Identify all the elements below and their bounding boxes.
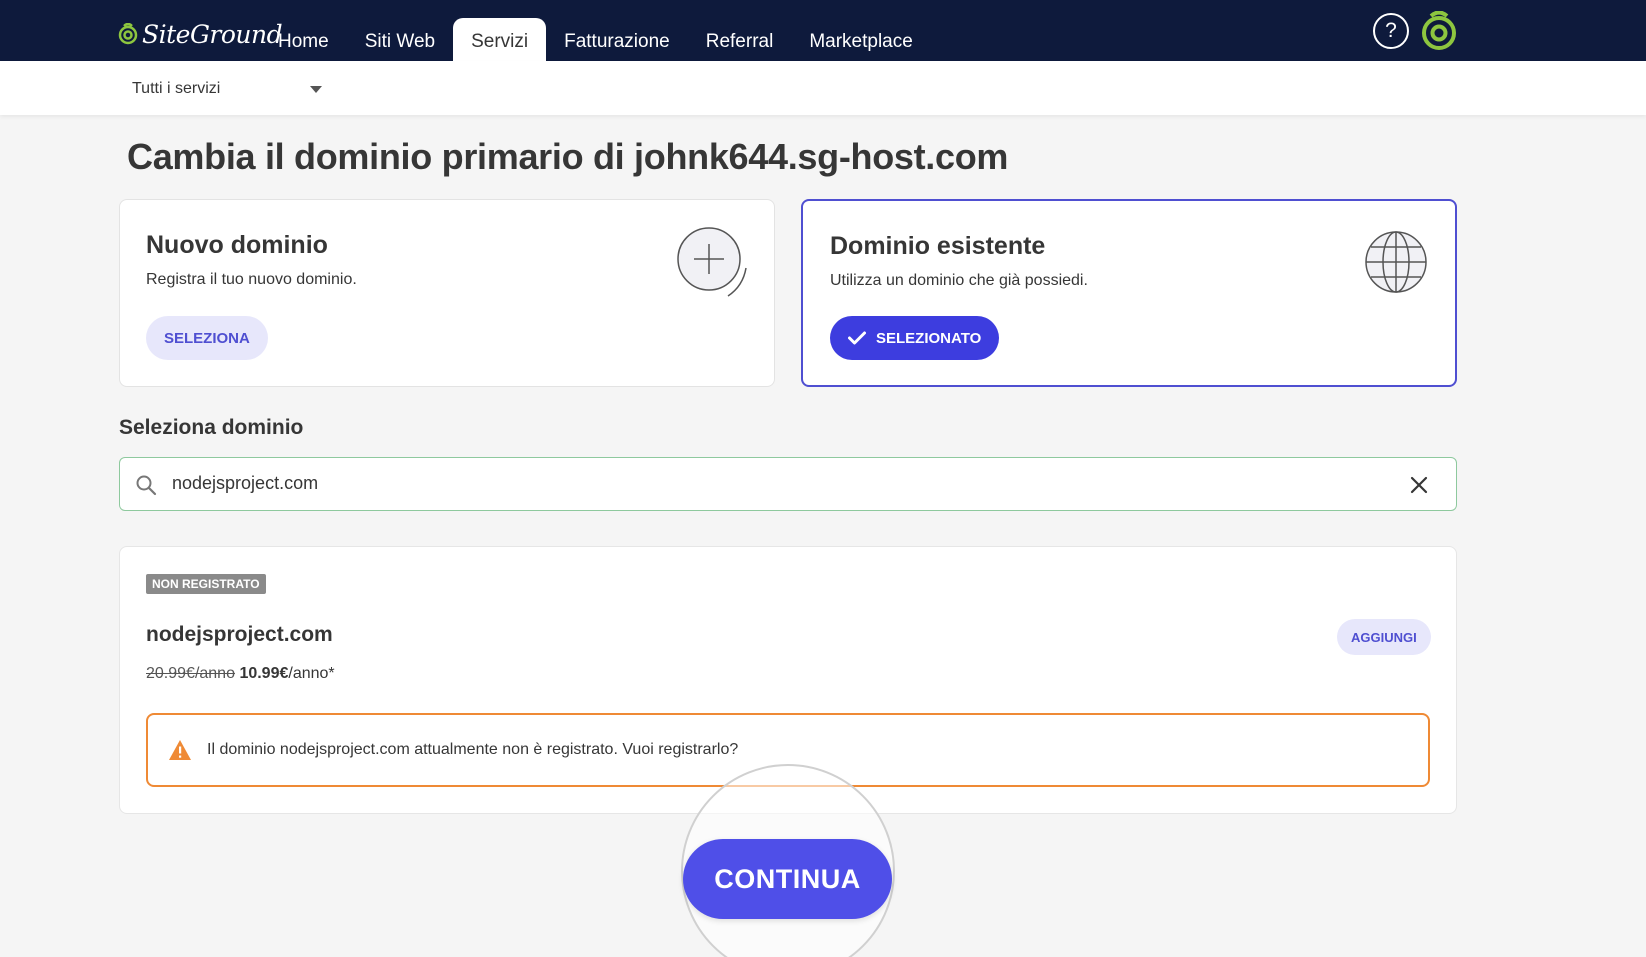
siteground-logo-icon xyxy=(118,23,138,45)
services-subbar: Tutti i servizi xyxy=(0,61,1646,115)
price-suffix: /anno* xyxy=(288,665,335,682)
main-nav: Home Siti Web Servizi Fatturazione Refer… xyxy=(260,18,931,61)
nav-item-servizi[interactable]: Servizi xyxy=(453,18,547,61)
select-new-domain-button[interactable]: SELEZIONA xyxy=(146,316,268,360)
chevron-down-icon xyxy=(310,85,322,93)
services-dropdown-value: Tutti i servizi xyxy=(132,80,221,97)
result-domain-name: nodejsproject.com xyxy=(146,623,333,646)
profile-avatar-icon[interactable] xyxy=(1420,11,1458,51)
warning-text: Il dominio nodejsproject.com attualmente… xyxy=(207,741,739,758)
nav-item-marketplace[interactable]: Marketplace xyxy=(791,18,931,61)
warning-icon xyxy=(169,740,191,760)
siteground-logo[interactable]: SiteGround xyxy=(118,18,283,50)
existing-domain-title: Dominio esistente xyxy=(830,232,1046,260)
plus-circle-icon xyxy=(677,227,747,297)
nav-item-home[interactable]: Home xyxy=(260,18,347,61)
price-line: 20.99€/anno 10.99€/anno* xyxy=(146,665,335,683)
existing-domain-card[interactable]: Dominio esistente Utilizza un dominio ch… xyxy=(801,199,1457,387)
help-icon[interactable]: ? xyxy=(1373,13,1409,49)
page-title: Cambia il dominio primario di johnk644.s… xyxy=(127,136,1009,177)
status-badge: NON REGISTRATO xyxy=(146,574,266,594)
domain-search-value[interactable]: nodejsproject.com xyxy=(172,473,318,494)
selected-button-label: SELEZIONATO xyxy=(876,329,982,347)
domain-search-input[interactable]: nodejsproject.com xyxy=(119,457,1457,511)
old-price: 20.99€/anno xyxy=(146,665,235,682)
new-domain-card[interactable]: Nuovo dominio Registra il tuo nuovo domi… xyxy=(119,199,775,387)
nav-item-referral[interactable]: Referral xyxy=(688,18,792,61)
selected-existing-domain-button[interactable]: SELEZIONATO xyxy=(830,316,1000,360)
search-icon xyxy=(136,475,157,496)
select-domain-label: Seleziona dominio xyxy=(119,416,304,439)
top-navigation-bar: SiteGround Home Siti Web Servizi Fattura… xyxy=(0,0,1646,61)
new-domain-description: Registra il tuo nuovo dominio. xyxy=(146,271,357,288)
services-dropdown[interactable]: Tutti i servizi xyxy=(132,78,322,100)
nav-item-fatturazione[interactable]: Fatturazione xyxy=(546,18,688,61)
continue-button[interactable]: CONTINUA xyxy=(683,839,892,919)
add-domain-button[interactable]: AGGIUNGI xyxy=(1337,619,1431,655)
close-icon[interactable] xyxy=(1407,473,1431,497)
checkmark-icon xyxy=(848,331,866,345)
new-domain-title: Nuovo dominio xyxy=(146,231,328,259)
nav-item-siti-web[interactable]: Siti Web xyxy=(347,18,453,61)
new-price: 10.99€ xyxy=(239,665,289,682)
globe-icon xyxy=(1365,231,1427,293)
existing-domain-description: Utilizza un dominio che già possiedi. xyxy=(830,272,1088,289)
